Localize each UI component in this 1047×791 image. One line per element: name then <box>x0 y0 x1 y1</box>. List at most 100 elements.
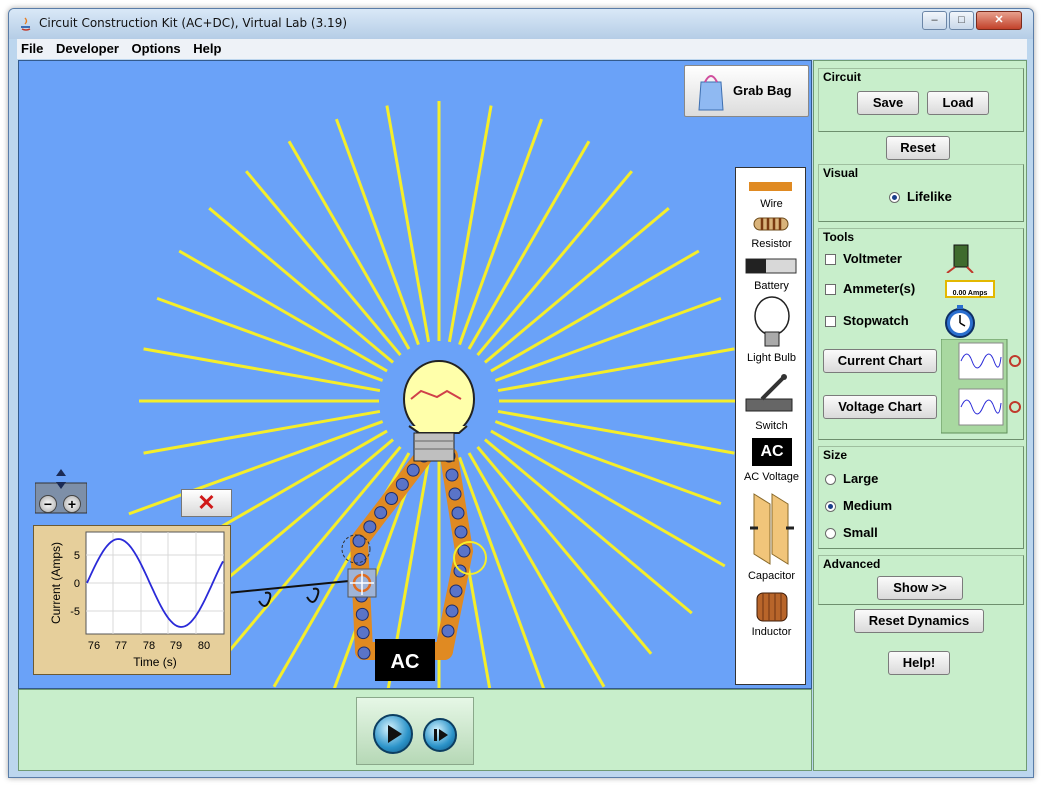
chart-y-label: Current (Amps) <box>49 542 63 624</box>
voltmeter-icon <box>946 244 974 273</box>
toolbox-light-bulb-label: Light Bulb <box>747 352 796 364</box>
electron <box>357 646 371 660</box>
chart-thumbnails-icon <box>941 339 1021 434</box>
light-ray <box>447 105 493 343</box>
voltmeter-checkbox[interactable] <box>825 254 836 265</box>
size-small-radio[interactable] <box>825 528 836 539</box>
size-medium-radio[interactable] <box>825 501 836 512</box>
light-ray <box>143 347 381 393</box>
battery-icon <box>745 258 797 274</box>
x-tick-79: 79 <box>170 640 182 652</box>
light-ray <box>497 409 735 455</box>
electron <box>356 626 370 640</box>
electron <box>449 584 463 598</box>
ammeter-readout: 0.00 Amps <box>952 290 988 297</box>
help-button[interactable]: Help! <box>888 651 950 675</box>
size-group: Size Large Medium Small <box>818 446 1024 549</box>
light-ray <box>385 105 431 343</box>
ammeter-icon: 0.00 Amps <box>945 280 995 298</box>
electron <box>395 477 409 491</box>
play-button[interactable] <box>373 714 413 754</box>
toolbox-resistor-label: Resistor <box>751 238 792 250</box>
reset-dynamics-button[interactable]: Reset Dynamics <box>854 609 984 633</box>
size-medium-label: Medium <box>843 498 893 513</box>
app-window: Circuit Construction Kit (AC+DC), Virtua… <box>8 8 1034 778</box>
electron <box>448 487 462 501</box>
maximize-button[interactable]: □ <box>949 11 974 30</box>
size-large-label: Large <box>843 471 879 486</box>
grab-bag-button[interactable]: Grab Bag <box>684 65 809 117</box>
visual-group-title: Visual <box>823 166 859 180</box>
step-button[interactable] <box>423 718 457 752</box>
light-ray <box>494 296 722 382</box>
size-group-title: Size <box>823 448 848 462</box>
voltage-chart-button[interactable]: Voltage Chart <box>823 395 937 419</box>
light-bulb[interactable] <box>403 360 475 462</box>
menu-options[interactable]: Options <box>128 39 186 56</box>
load-button[interactable]: Load <box>927 91 989 115</box>
toolbox-wire-label: Wire <box>760 198 783 210</box>
voltmeter-label: Voltmeter <box>843 251 902 266</box>
reset-button[interactable]: Reset <box>886 136 950 160</box>
show-advanced-button[interactable]: Show >> <box>877 576 963 600</box>
visual-group: Visual Lifelike <box>818 164 1024 222</box>
light-ray <box>225 445 402 655</box>
zoom-in-button[interactable]: + <box>63 495 81 513</box>
window-title: Circuit Construction Kit (AC+DC), Virtua… <box>39 16 348 30</box>
menu-help[interactable]: Help <box>189 39 226 56</box>
lifelike-radio[interactable] <box>889 192 900 203</box>
wire-icon <box>749 182 792 191</box>
electron <box>353 552 367 566</box>
electron <box>445 468 459 482</box>
component-toolbox: Wire Resistor Battery Light Bulb Switch … <box>735 167 806 685</box>
simulation-bar <box>18 689 812 771</box>
y-tick-5: 5 <box>74 550 80 562</box>
electron <box>445 604 459 618</box>
resistor-icon <box>753 217 789 231</box>
electron <box>385 492 398 505</box>
close-chart-button[interactable]: ✕ <box>181 489 232 517</box>
lifelike-label: Lifelike <box>907 189 952 204</box>
electron <box>363 520 377 534</box>
size-small-label: Small <box>843 525 878 540</box>
stopwatch-label: Stopwatch <box>843 313 909 328</box>
electron <box>451 506 465 520</box>
light-ray <box>490 429 726 568</box>
advanced-group-title: Advanced <box>823 557 881 571</box>
capacitor-icon <box>750 493 794 565</box>
light-ray <box>483 438 693 615</box>
current-chart-button[interactable]: Current Chart <box>823 349 937 373</box>
menu-bar: File Developer Options Help <box>17 39 1027 59</box>
circuit-play-area[interactable]: AC Grab Bag Wire Resistor Battery Light … <box>18 60 812 689</box>
step-icon <box>434 729 448 741</box>
menu-file[interactable]: File <box>17 39 48 56</box>
close-window-button[interactable]: ✕ <box>976 11 1022 30</box>
chart-probe-target[interactable] <box>347 568 377 598</box>
minimize-button[interactable]: – <box>922 11 947 30</box>
switch-icon <box>745 374 793 412</box>
current-chart-widget: − + ✕ 5 0 -5 76 77 78 79 80 Time (s) Cur… <box>33 469 233 677</box>
x-tick-76: 76 <box>88 640 100 652</box>
zoom-out-button[interactable]: − <box>39 495 57 513</box>
x-tick-77: 77 <box>115 640 127 652</box>
ac-voltage-icon: AC <box>752 438 792 466</box>
light-ray <box>476 445 653 655</box>
size-large-radio[interactable] <box>825 474 836 485</box>
save-button[interactable]: Save <box>857 91 919 115</box>
java-app-icon <box>21 17 31 31</box>
electron <box>406 463 420 477</box>
menu-developer[interactable]: Developer <box>52 39 124 56</box>
chart-x-label: Time (s) <box>133 655 177 669</box>
stopwatch-checkbox[interactable] <box>825 316 836 327</box>
circuit-group: Circuit Save Load <box>818 68 1024 132</box>
current-chart-plot: 5 0 -5 76 77 78 79 80 Time (s) Current (… <box>49 531 225 669</box>
ammeter-checkbox[interactable] <box>825 284 836 295</box>
current-chart-panel: 5 0 -5 76 77 78 79 80 Time (s) Current (… <box>33 525 231 675</box>
y-tick-0: 0 <box>74 578 80 590</box>
light-bulb-icon <box>754 296 790 347</box>
light-ray <box>497 347 735 393</box>
play-icon <box>388 725 402 743</box>
x-tick-78: 78 <box>143 640 155 652</box>
electron <box>355 607 369 621</box>
advanced-group: Advanced Show >> <box>818 555 1024 605</box>
